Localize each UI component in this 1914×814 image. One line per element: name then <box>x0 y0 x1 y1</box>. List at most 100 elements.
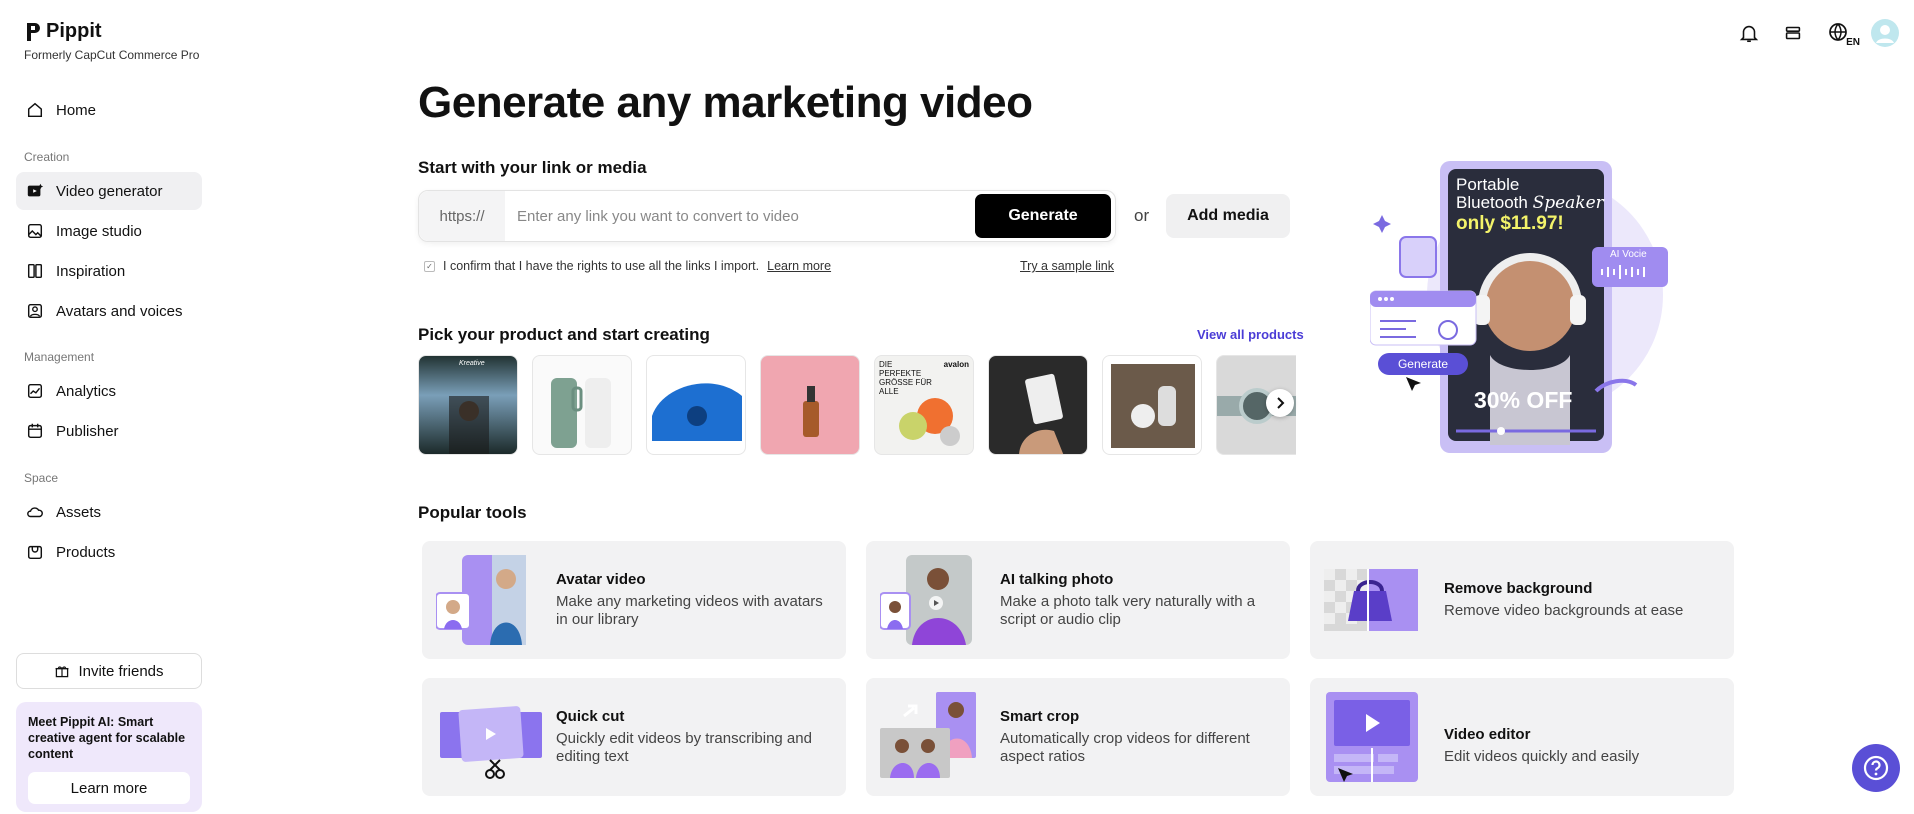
generate-button[interactable]: Generate <box>975 194 1111 238</box>
tool-card-video-editor[interactable]: Video editor Edit videos quickly and eas… <box>1310 678 1734 796</box>
tool-desc: Quickly edit videos by transcribing and … <box>556 730 812 765</box>
sidebar-item-label: Analytics <box>56 382 117 400</box>
hero-line2: Bluetooth Speaker <box>1456 193 1604 213</box>
video-generator-icon <box>27 183 44 197</box>
section-management: Management <box>24 350 95 364</box>
tool-title: Smart crop <box>1000 708 1080 725</box>
tool-title: Video editor <box>1444 726 1531 743</box>
sidebar-item-analytics[interactable]: Analytics <box>16 372 202 410</box>
pippit-logo-icon <box>27 22 40 41</box>
sidebar-item-assets[interactable]: Assets <box>16 493 202 531</box>
brand-name: Pippit <box>46 20 102 42</box>
product-thumb[interactable] <box>988 355 1088 455</box>
sidebar-item-label: Assets <box>56 503 102 521</box>
stack-button[interactable] <box>1778 18 1808 48</box>
hero-illustration: Portable Bluetooth Speaker only $11.97! … <box>1370 155 1680 455</box>
promo-text: Meet Pippit AI: Smart creative agent for… <box>28 715 186 761</box>
language-label: EN <box>1846 37 1860 48</box>
brand-subtitle: Formerly CapCut Commerce Pro <box>24 48 200 62</box>
sidebar-item-image-studio[interactable]: Image studio <box>16 212 202 250</box>
tool-desc: Make any marketing videos with avatars i… <box>556 593 823 628</box>
popular-tools-label: Popular tools <box>418 503 527 522</box>
product-thumb[interactable] <box>1102 355 1202 455</box>
section-space: Space <box>24 471 59 485</box>
calendar-icon <box>27 423 43 439</box>
product-thumb[interactable]: DIE PERFEKTE GRÖSSE FÜR ALLE avalon <box>874 355 974 455</box>
product-thumb[interactable] <box>760 355 860 455</box>
hero-line1: Portable <box>1456 175 1520 194</box>
section-creation: Creation <box>24 150 70 164</box>
sidebar-item-products[interactable]: Products <box>16 533 202 571</box>
sample-link[interactable]: Try a sample link <box>1020 259 1114 273</box>
tool-card-avatar-video[interactable]: Avatar video Make any marketing videos w… <box>422 541 846 659</box>
sidebar-item-home[interactable]: Home <box>16 91 202 129</box>
hero-line2b-text: Speaker <box>1532 193 1604 213</box>
add-media-button[interactable]: Add media <box>1166 194 1290 238</box>
carousel-next-button[interactable] <box>1266 389 1294 417</box>
url-box: https:// Generate <box>418 190 1116 242</box>
sidebar-item-label: Avatars and voices <box>56 302 183 320</box>
inspiration-icon <box>27 263 43 279</box>
card-in-hand-icon <box>1019 373 1064 454</box>
hero-offer: 30% OFF <box>1474 387 1573 413</box>
sidebar-item-label: Video generator <box>56 182 163 200</box>
product-thumb-text: DIE PERFEKTE GRÖSSE FÜR ALLE <box>879 360 932 396</box>
header-icons: EN <box>1734 18 1900 48</box>
tool-title: Remove background <box>1444 580 1593 597</box>
or-label: or <box>1134 206 1150 225</box>
rights-confirm: ✓ I confirm that I have the rights to us… <box>424 259 831 273</box>
url-input[interactable] <box>505 207 975 225</box>
learn-more-link[interactable]: Learn more <box>767 259 831 273</box>
sidebar-item-publisher[interactable]: Publisher <box>16 412 202 450</box>
tool-card-remove-background[interactable]: Remove background Remove video backgroun… <box>1310 541 1734 659</box>
product-thumb[interactable]: Kreative <box>418 355 518 455</box>
pick-label: Pick your product and start creating <box>418 325 710 344</box>
url-prefix: https:// <box>419 191 505 241</box>
confirm-checkbox[interactable]: ✓ <box>424 260 435 272</box>
sidebar-item-video-generator[interactable]: Video generator <box>16 172 202 210</box>
sidebar-item-label: Publisher <box>56 422 119 440</box>
sidebar-item-label: Image studio <box>56 222 142 240</box>
user-avatar[interactable] <box>1870 18 1900 48</box>
page-title: Generate any marketing video <box>418 78 1033 127</box>
cloud-icon <box>27 507 43 518</box>
product-thumb[interactable] <box>646 355 746 455</box>
palm-tree-icon <box>449 396 489 454</box>
invite-friends-button[interactable]: Invite friends <box>16 653 202 689</box>
avatar-video-icon <box>436 555 526 645</box>
sidebar-item-inspiration[interactable]: Inspiration <box>16 252 202 290</box>
smart-crop-icon <box>880 692 976 778</box>
avatar-icon <box>27 303 43 319</box>
sidebar-item-label: Inspiration <box>56 262 126 280</box>
talking-photo-icon <box>880 555 972 645</box>
avatar-icon <box>1871 19 1899 47</box>
product-thumb-text: Kreative <box>459 360 485 367</box>
product-thumb[interactable] <box>532 355 632 455</box>
sidebar-item-label: Home <box>56 101 97 119</box>
tumbler-icon <box>551 378 611 448</box>
analytics-icon <box>27 383 43 399</box>
sidebar: Pippit Formerly CapCut Commerce Pro Home… <box>0 0 216 814</box>
tool-title: AI talking photo <box>1000 571 1114 588</box>
help-button[interactable] <box>1852 744 1900 792</box>
view-all-products-link[interactable]: View all products <box>1197 327 1304 342</box>
invite-label: Invite friends <box>78 662 164 680</box>
product-carousel: Kreative DIE PERFEKTE GRÖSSE FÜR ALLE av… <box>418 355 1296 455</box>
product-brand: avalon <box>943 360 969 369</box>
tool-card-smart-crop[interactable]: Smart crop Automatically crop videos for… <box>866 678 1290 796</box>
learn-more-button[interactable]: Learn more <box>28 772 190 804</box>
sidebar-item-avatars-voices[interactable]: Avatars and voices <box>16 292 202 330</box>
chevron-right-icon <box>1277 397 1285 409</box>
language-button[interactable]: EN <box>1822 18 1860 48</box>
bell-icon <box>1739 25 1759 43</box>
notification-button[interactable] <box>1734 18 1764 48</box>
question-icon <box>1863 755 1889 781</box>
tool-card-ai-talking-photo[interactable]: AI talking photo Make a photo talk very … <box>866 541 1290 659</box>
brand-logo[interactable]: Pippit <box>24 20 102 43</box>
video-editor-icon <box>1326 692 1418 782</box>
confirm-text: I confirm that I have the rights to use … <box>443 259 760 273</box>
hero-ai-voice: AI Vocie <box>1610 249 1647 260</box>
vase-icon <box>1111 364 1195 448</box>
tool-desc: Edit videos quickly and easily <box>1444 748 1640 765</box>
tool-card-quick-cut[interactable]: Quick cut Quickly edit videos by transcr… <box>422 678 846 796</box>
